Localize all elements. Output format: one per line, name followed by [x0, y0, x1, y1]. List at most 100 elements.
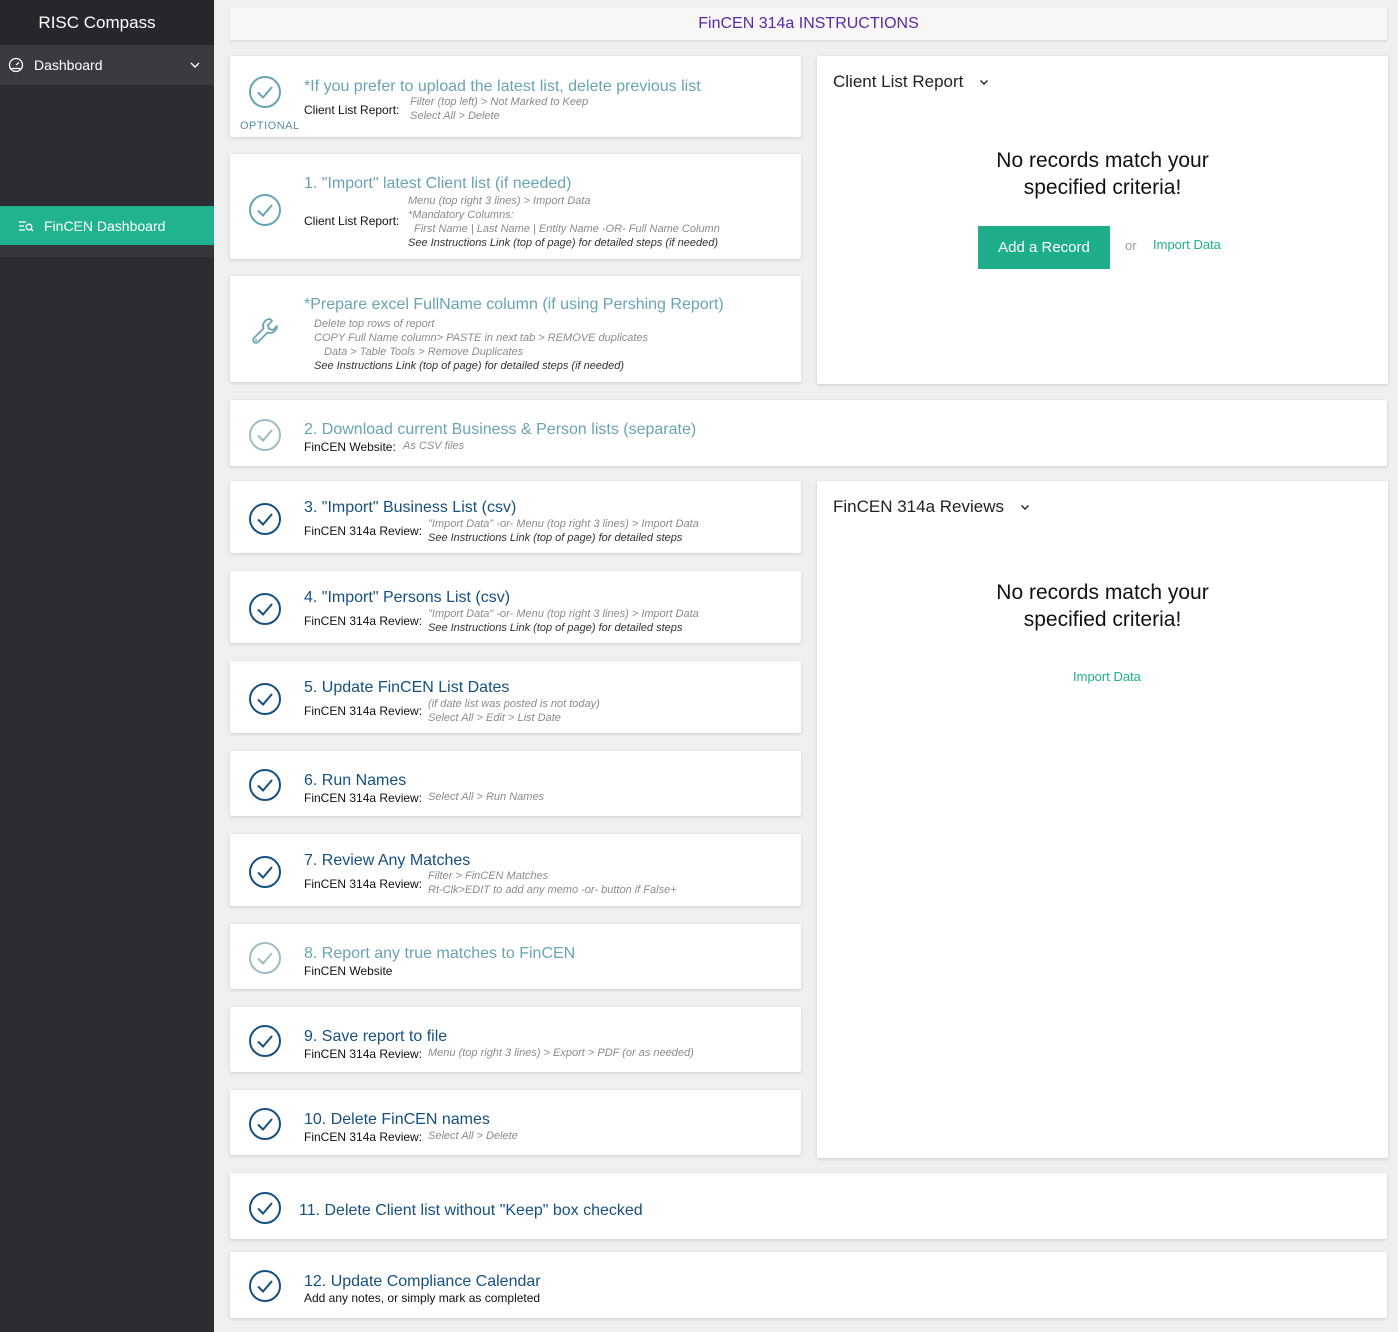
- check-circle-icon[interactable]: [248, 193, 282, 227]
- list-search-icon: [18, 218, 34, 234]
- step-label: FinCEN 314a Review:: [304, 614, 423, 628]
- step-label: Client List Report:: [304, 103, 400, 117]
- import-data-link[interactable]: Import Data: [1073, 669, 1141, 684]
- step-detail: As CSV files: [403, 440, 465, 452]
- step-title: *If you prefer to upload the latest list…: [304, 78, 701, 95]
- empty-state-line: specified criteria!: [1023, 608, 1182, 631]
- chevron-down-icon[interactable]: [979, 77, 989, 87]
- add-record-button[interactable]: Add a Record: [978, 226, 1110, 269]
- step-title: 10. Delete FinCEN names: [304, 1111, 490, 1128]
- check-circle-icon[interactable]: [248, 418, 282, 452]
- step-detail: See Instructions Link (top of page) for …: [428, 532, 683, 544]
- step-label: FinCEN 314a Review:: [304, 1130, 423, 1144]
- step-card-download-lists: 2. Download current Business & Person li…: [230, 400, 1387, 466]
- page-title[interactable]: FinCEN 314a INSTRUCTIONS: [698, 15, 919, 32]
- step-detail: Select All > Delete: [410, 110, 500, 122]
- step-card-review-matches: 7. Review Any Matches FinCEN 314a Review…: [230, 834, 801, 906]
- sidebar-divider: [0, 245, 214, 257]
- check-circle-icon[interactable]: [248, 682, 282, 716]
- step-title: 4. "Import" Persons List (csv): [304, 589, 511, 606]
- step-label: FinCEN 314a Review:: [304, 1047, 423, 1061]
- step-title: 11. Delete Client list without "Keep" bo…: [299, 1202, 643, 1219]
- check-circle-icon[interactable]: [248, 855, 282, 889]
- empty-state-message: No records match your specified criteria…: [817, 579, 1388, 633]
- step-detail: See Instructions Link (top of page) for …: [428, 622, 683, 634]
- wrench-icon[interactable]: [248, 314, 282, 348]
- sidebar-item-label: FinCEN Dashboard: [44, 217, 166, 234]
- or-text: or: [1125, 238, 1137, 253]
- step-card-optional-delete: *If you prefer to upload the latest list…: [230, 56, 801, 137]
- step-detail: (if date list was posted is not today): [428, 698, 600, 710]
- step-label: FinCEN Website:: [304, 440, 396, 454]
- step-detail: COPY Full Name column> PASTE in next tab…: [314, 332, 649, 344]
- step-label: FinCEN 314a Review:: [304, 524, 423, 538]
- check-circle-icon[interactable]: [248, 1107, 282, 1141]
- step-card-import-persons: 4. "Import" Persons List (csv) FinCEN 31…: [230, 571, 801, 643]
- sidebar-item-fincen-dashboard[interactable]: FinCEN Dashboard: [0, 206, 214, 245]
- sidebar: RISC Compass Dashboard FinCEN Dashboard: [0, 0, 214, 1332]
- step-card-prepare-excel: *Prepare excel FullName column (if using…: [230, 276, 801, 382]
- step-label: FinCEN 314a Review:: [304, 877, 423, 891]
- client-list-report-panel: Client List Report No records match your…: [817, 56, 1388, 384]
- step-detail: Filter (top left) > Not Marked to Keep: [410, 96, 589, 108]
- instructions-header[interactable]: FinCEN 314a INSTRUCTIONS: [230, 8, 1387, 40]
- empty-state-line: No records match your: [996, 581, 1209, 604]
- panel-title-text: FinCEN 314a Reviews: [833, 497, 1005, 516]
- step-label: Client List Report:: [304, 214, 400, 228]
- step-label: FinCEN 314a Review:: [304, 791, 423, 805]
- empty-state-message: No records match your specified criteria…: [817, 147, 1388, 201]
- panel-title-text: Client List Report: [833, 72, 964, 91]
- step-detail: Delete top rows of report: [314, 318, 435, 330]
- step-card-run-names: 6. Run Names FinCEN 314a Review: Select …: [230, 751, 801, 816]
- step-card-save-report: 9. Save report to file FinCEN 314a Revie…: [230, 1007, 801, 1072]
- step-label: FinCEN Website: [304, 964, 393, 978]
- step-detail: Select All > Delete: [428, 1130, 518, 1142]
- step-title: 2. Download current Business & Person li…: [304, 421, 697, 438]
- step-label: Add any notes, or simply mark as complet…: [304, 1291, 541, 1305]
- check-circle-icon[interactable]: [248, 75, 282, 109]
- sidebar-item-label: Dashboard: [34, 57, 103, 73]
- check-circle-icon[interactable]: [248, 502, 282, 536]
- panel-title[interactable]: FinCEN 314a Reviews: [833, 497, 1030, 517]
- app-brand[interactable]: RISC Compass: [0, 0, 214, 45]
- check-circle-icon[interactable]: [248, 592, 282, 626]
- dashboard-gauge-icon: [8, 57, 24, 73]
- step-card-report-matches: 8. Report any true matches to FinCEN Fin…: [230, 924, 801, 989]
- import-data-link[interactable]: Import Data: [1153, 237, 1221, 252]
- step-detail: Data > Table Tools > Remove Duplicates: [324, 346, 524, 358]
- step-detail: Filter > FinCEN Matches: [428, 870, 549, 882]
- step-card-import-business: 3. "Import" Business List (csv) FinCEN 3…: [230, 481, 801, 553]
- check-circle-icon[interactable]: [248, 1024, 282, 1058]
- step-label: FinCEN 314a Review:: [304, 704, 423, 718]
- step-detail: First Name | Last Name | Entity Name -OR…: [414, 223, 720, 235]
- step-detail: Menu (top right 3 lines) > Export > PDF …: [428, 1047, 694, 1059]
- chevron-down-icon[interactable]: [1020, 502, 1030, 512]
- fincen-reviews-panel: FinCEN 314a Reviews No records match you…: [817, 481, 1388, 1158]
- chevron-down-icon: [190, 60, 200, 70]
- step-title: 8. Report any true matches to FinCEN: [304, 945, 576, 962]
- check-circle-icon[interactable]: [248, 1269, 282, 1303]
- empty-state-line: No records match your: [996, 149, 1209, 172]
- step-title: 12. Update Compliance Calendar: [304, 1273, 541, 1290]
- panel-title[interactable]: Client List Report: [833, 72, 989, 92]
- step-card-delete-client-list: 11. Delete Client list without "Keep" bo…: [230, 1173, 1387, 1239]
- check-circle-icon[interactable]: [248, 1191, 282, 1225]
- step-detail: "Import Data" -or- Menu (top right 3 lin…: [428, 608, 699, 620]
- step-detail: "Import Data" -or- Menu (top right 3 lin…: [428, 518, 699, 530]
- step-detail: See Instructions Link (top of page) for …: [314, 360, 625, 372]
- step-card-import-client: 1. "Import" latest Client list (if neede…: [230, 154, 801, 259]
- step-detail: See Instructions Link (top of page) for …: [408, 237, 719, 249]
- optional-badge: OPTIONAL: [240, 120, 300, 132]
- step-title: 7. Review Any Matches: [304, 852, 471, 869]
- empty-state-line: specified criteria!: [1023, 176, 1182, 199]
- check-circle-icon[interactable]: [248, 768, 282, 802]
- step-card-delete-fincen-names: 10. Delete FinCEN names FinCEN 314a Revi…: [230, 1090, 801, 1155]
- check-circle-icon[interactable]: [248, 941, 282, 975]
- step-card-update-dates: 5. Update FinCEN List Dates FinCEN 314a …: [230, 661, 801, 733]
- step-detail: *Mandatory Columns:: [408, 209, 514, 221]
- step-card-update-calendar: 12. Update Compliance Calendar Add any n…: [230, 1252, 1387, 1318]
- step-title: 9. Save report to file: [304, 1028, 448, 1045]
- step-detail: Menu (top right 3 lines) > Import Data: [408, 195, 591, 207]
- sidebar-item-dashboard[interactable]: Dashboard: [0, 45, 214, 85]
- step-title: 1. "Import" latest Client list (if neede…: [304, 175, 572, 192]
